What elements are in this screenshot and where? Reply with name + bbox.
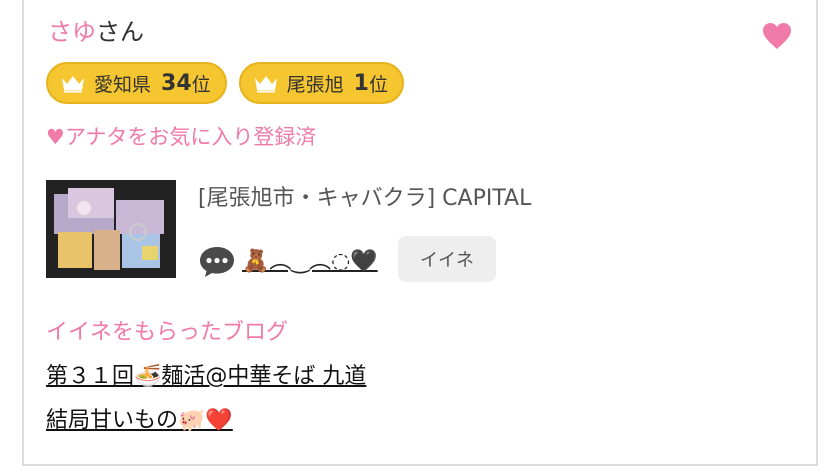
user-heading: さゆさん: [48, 16, 144, 48]
shop-name[interactable]: [尾張旭市・キャバクラ] CAPITAL: [198, 184, 531, 214]
shop-photo-thumbnail[interactable]: [46, 180, 176, 278]
rank-unit: 位: [368, 73, 388, 96]
user-name[interactable]: さゆ: [48, 18, 96, 46]
rank-number: 34: [161, 70, 192, 96]
heart-icon: [763, 23, 791, 49]
ranking-badges: 愛知県 34 位 尾張旭 1位: [46, 62, 404, 104]
liked-blogs-heading: イイネをもらったブログ: [46, 320, 289, 345]
rank-area: 尾張旭: [286, 73, 344, 96]
status-message: 🧸︵‿︵◌🖤: [242, 249, 378, 274]
favorite-heart-button[interactable]: [762, 22, 792, 50]
iine-button[interactable]: イイネ: [398, 236, 496, 282]
speech-bubble-icon: [200, 247, 234, 277]
crown-icon: [254, 76, 277, 93]
blog-post-link[interactable]: 第３１回🍜麺活@中華そば 九道: [46, 362, 366, 392]
rank-number: 1: [353, 70, 369, 96]
rank-area: 愛知県: [94, 73, 152, 96]
rank-badge-city[interactable]: 尾張旭 1位: [238, 62, 404, 104]
photo-image: [46, 180, 176, 278]
crown-icon: [62, 76, 84, 93]
favorite-status-text: ♥アナタをお気に入り登録済: [46, 125, 317, 149]
blog-post-link[interactable]: 結局甘いもの🐖❤️: [46, 406, 233, 436]
user-card: さゆさん 愛知県 34 位 尾張旭 1位 ♥アナタをお気に入り登録済 [尾張旭市…: [22, 0, 818, 466]
status-message-row: 🧸︵‿︵◌🖤: [198, 244, 378, 280]
rank-unit: 位: [191, 73, 211, 96]
user-honorific: さん: [96, 18, 144, 46]
rank-badge-prefecture[interactable]: 愛知県 34 位: [46, 62, 227, 104]
